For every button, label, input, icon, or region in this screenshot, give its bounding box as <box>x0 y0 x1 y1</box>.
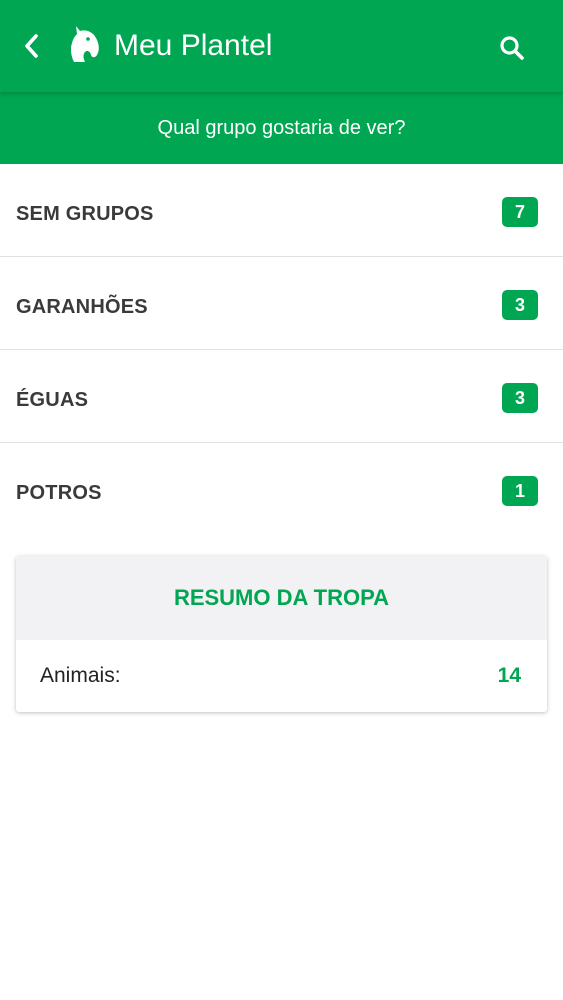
group-label: GARANHÕES <box>16 296 148 318</box>
summary-row-animals: Animais: 14 <box>16 640 547 712</box>
app-bar: Meu Plantel <box>0 0 563 92</box>
animals-label: Animais: <box>40 664 121 687</box>
group-label: SEM GRUPOS <box>16 203 154 225</box>
horse-head-icon <box>70 26 99 62</box>
herd-summary-card: RESUMO DA TROPA Animais: 14 <box>16 556 547 712</box>
search-icon <box>500 36 524 60</box>
group-count-badge: 3 <box>502 383 538 413</box>
group-prompt-text: Qual grupo gostaria de ver? <box>157 116 406 139</box>
group-prompt: Qual grupo gostaria de ver? <box>0 92 563 164</box>
search-button[interactable] <box>492 28 532 68</box>
group-item-potros[interactable]: POTROS 1 <box>0 443 563 535</box>
group-item-eguas[interactable]: ÉGUAS 3 <box>0 350 563 443</box>
group-item-sem-grupos[interactable]: SEM GRUPOS 7 <box>0 164 563 257</box>
group-item-garanhoes[interactable]: GARANHÕES 3 <box>0 257 563 350</box>
group-label: POTROS <box>16 482 102 504</box>
page-title: Meu Plantel <box>114 29 273 62</box>
group-count-badge: 3 <box>502 290 538 320</box>
chevron-left-icon <box>25 34 38 58</box>
group-label: ÉGUAS <box>16 389 89 411</box>
group-count-badge: 1 <box>502 476 538 506</box>
group-count-badge: 7 <box>502 197 538 227</box>
back-button[interactable] <box>14 28 48 64</box>
animals-count: 14 <box>497 664 521 687</box>
summary-title: RESUMO DA TROPA <box>16 556 547 640</box>
group-list: SEM GRUPOS 7 GARANHÕES 3 ÉGUAS 3 POTROS … <box>0 164 563 535</box>
